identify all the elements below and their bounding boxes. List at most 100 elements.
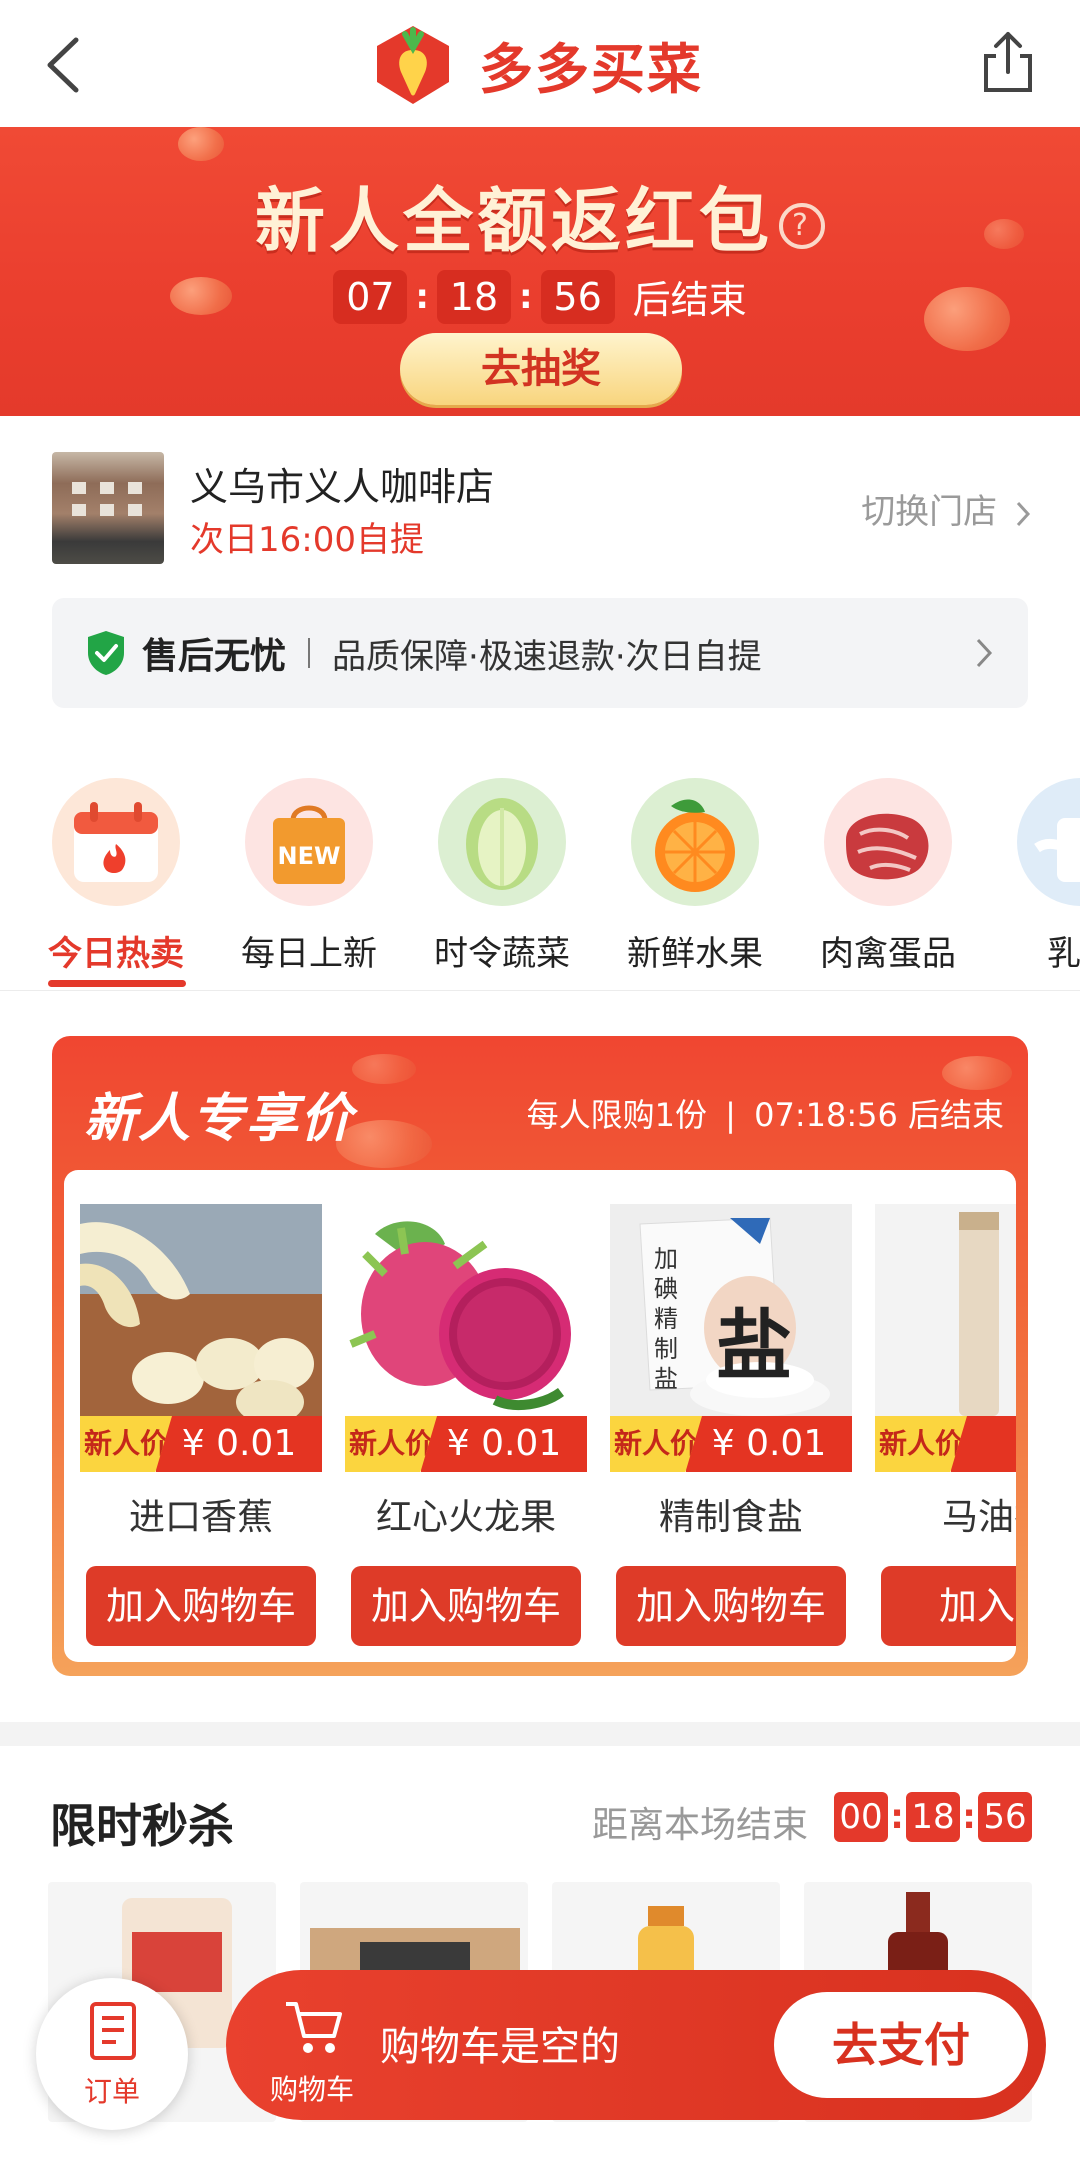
switch-store-label: 切换门店 (861, 492, 998, 532)
salt-package-big: 盐 (716, 1301, 792, 1390)
brand-name: 多多买菜 (479, 37, 703, 101)
product-card[interactable]: 新人价 ¥ 0.01 进口香蕉 加入购物车 (80, 1204, 322, 1646)
countdown-separator: : (415, 276, 429, 317)
after-sales-guarantee[interactable]: 售后无忧 品质保障·极速退款·次日自提 (52, 598, 1028, 708)
pickup-time: 次日16:00自提 (190, 520, 424, 560)
cart-label: 购物车 (270, 2073, 355, 2106)
flash-sale-countdown: 00 : 18 : 56 (834, 1792, 1032, 1842)
category-fruits[interactable]: 新鲜水果 (620, 778, 770, 975)
new-badge: NEW (278, 842, 341, 870)
category-label: 每日上新 (241, 934, 377, 974)
orders-button[interactable]: 订单 (36, 1978, 188, 2130)
banner-title: 新人全额返红包? (0, 165, 1080, 266)
cabbage-icon (438, 778, 566, 906)
meta-separator: | (725, 1096, 736, 1134)
active-tab-indicator (48, 980, 186, 987)
countdown-hours: 00 (834, 1792, 888, 1842)
new-user-deals: 新人专享价 每人限购1份 | 07:18:56 后结束 新人价 ¥ 0.01 进… (52, 1036, 1028, 1676)
switch-store-link[interactable]: 切换门店 (861, 484, 1032, 533)
countdown-minutes: 18 (906, 1792, 960, 1842)
orders-label: 订单 (83, 2075, 140, 2108)
coin-decoration (178, 127, 224, 161)
calendar-fire-icon (52, 778, 180, 906)
share-icon[interactable] (978, 28, 1038, 98)
product-image-salt: 加碘精制盐 盐 (610, 1204, 852, 1416)
chevron-right-icon (1016, 501, 1031, 526)
price-tag: 新人价 ¥ 0.01 (80, 1416, 322, 1472)
price: ¥ 0.01 (421, 1416, 587, 1472)
lottery-button[interactable]: 去抽奖 (400, 333, 682, 405)
product-name: 精制食盐 (658, 1497, 803, 1538)
new-user-end-suffix: 后结束 (907, 1096, 1004, 1134)
new-user-meta: 每人限购1份 | 07:18:56 后结束 (527, 1090, 1004, 1136)
cart-icon (286, 2002, 342, 2053)
carrot-logo-icon (377, 26, 449, 104)
price: ¥ 0.01 (686, 1416, 852, 1472)
category-label: 时令蔬菜 (434, 934, 570, 974)
banner-countdown: 07 : 18 : 56 后结束 (0, 269, 1080, 324)
store-name: 义乌市义人咖啡店 (190, 465, 495, 509)
countdown-seconds: 56 (540, 269, 615, 324)
product-image-banana (80, 1204, 322, 1416)
category-label: 今日热卖 (48, 934, 184, 974)
product-name: 红心火龙果 (375, 1497, 556, 1538)
orange-icon (631, 778, 759, 906)
countdown-seconds: 56 (978, 1792, 1032, 1842)
new-bag-icon: NEW (245, 778, 373, 906)
chevron-left-icon[interactable] (38, 30, 98, 100)
page: 多多买菜 新人全额返红包? 07 : 18 : 56 后结束 去抽奖 义乌市义人… (0, 0, 1080, 2161)
category-today-hot[interactable]: 今日热卖 (41, 778, 191, 975)
guarantee-title: 售后无忧 (142, 636, 287, 677)
add-to-cart-button[interactable]: 加入购物车 (616, 1566, 846, 1646)
new-user-countdown: 07:18:56 (754, 1096, 898, 1134)
add-to-cart-button[interactable]: 加入购 (881, 1566, 1016, 1646)
flash-sale-end-label: 距离本场结束 (592, 1805, 809, 1846)
product-card[interactable]: 新人价 ¥ 0.01 红心火龙果 加入购物车 (345, 1204, 587, 1646)
countdown-minutes: 18 (436, 269, 511, 324)
purchase-limit: 每人限购1份 (526, 1096, 707, 1134)
store-row[interactable]: 义乌市义人咖啡店 次日16:00自提 切换门店 (0, 416, 1080, 594)
cart-status: 购物车是空的 (380, 2024, 620, 2070)
category-tabs: 今日热卖 NEW 每日上新 时令蔬菜 新鲜水果 肉禽蛋品 乳 (0, 770, 1080, 990)
checkout-button[interactable]: 去支付 (774, 1992, 1028, 2098)
countdown-suffix: 后结束 (632, 278, 747, 322)
category-daily-new[interactable]: NEW 每日上新 (234, 778, 384, 975)
shield-check-icon (88, 631, 124, 675)
milk-icon (1017, 778, 1080, 906)
guarantee-desc: 品质保障·极速退款·次日自提 (332, 636, 762, 677)
salt-package-text: 加碘精制盐 (654, 1245, 678, 1393)
product-card[interactable]: 加碘精制盐 盐 新人价 ¥ 0.01 精制食盐 加入购物车 (610, 1204, 852, 1646)
section-divider (0, 1722, 1080, 1746)
store-photo (52, 452, 164, 564)
price: ¥ 0.01 (156, 1416, 322, 1472)
category-meat-eggs[interactable]: 肉禽蛋品 (813, 778, 963, 975)
countdown-separator: : (962, 1797, 976, 1837)
chevron-right-icon (976, 638, 993, 668)
banner-title-text: 新人全额返红包 (255, 180, 773, 262)
help-icon[interactable]: ? (779, 202, 825, 249)
countdown-separator: : (890, 1797, 904, 1837)
coin-decoration (942, 1056, 1012, 1090)
product-card[interactable]: 新人价 马油护 加入购 (875, 1204, 1016, 1646)
brand: 多多买菜 (365, 14, 703, 114)
category-vegetables[interactable]: 时令蔬菜 (427, 778, 577, 975)
new-user-title: 新人专享价 (84, 1089, 355, 1149)
product-name: 进口香蕉 (128, 1497, 273, 1538)
cart-bar[interactable]: 购物车 购物车是空的 去支付 (226, 1970, 1046, 2120)
product-image-horse-oil (875, 1204, 1016, 1416)
add-to-cart-button[interactable]: 加入购物车 (86, 1566, 316, 1646)
countdown-separator: : (518, 276, 533, 317)
category-label: 肉禽蛋品 (820, 934, 956, 974)
meat-icon (824, 778, 952, 906)
product-image-dragon-fruit (345, 1204, 587, 1416)
divider (0, 990, 1080, 991)
coin-decoration (352, 1054, 416, 1084)
product-name: 马油护 (941, 1497, 1016, 1538)
promo-banner[interactable]: 新人全额返红包? 07 : 18 : 56 后结束 去抽奖 (0, 127, 1080, 416)
add-to-cart-button[interactable]: 加入购物车 (351, 1566, 581, 1646)
category-dairy[interactable]: 乳品 (1006, 778, 1080, 975)
order-list-icon (90, 2002, 136, 2060)
flash-sale-title: 限时秒杀 (50, 1799, 234, 1853)
product-carousel[interactable]: 新人价 ¥ 0.01 进口香蕉 加入购物车 新人价 ¥ 0.01 红心火龙果 加… (64, 1170, 1016, 1662)
countdown-hours: 07 (333, 269, 408, 324)
